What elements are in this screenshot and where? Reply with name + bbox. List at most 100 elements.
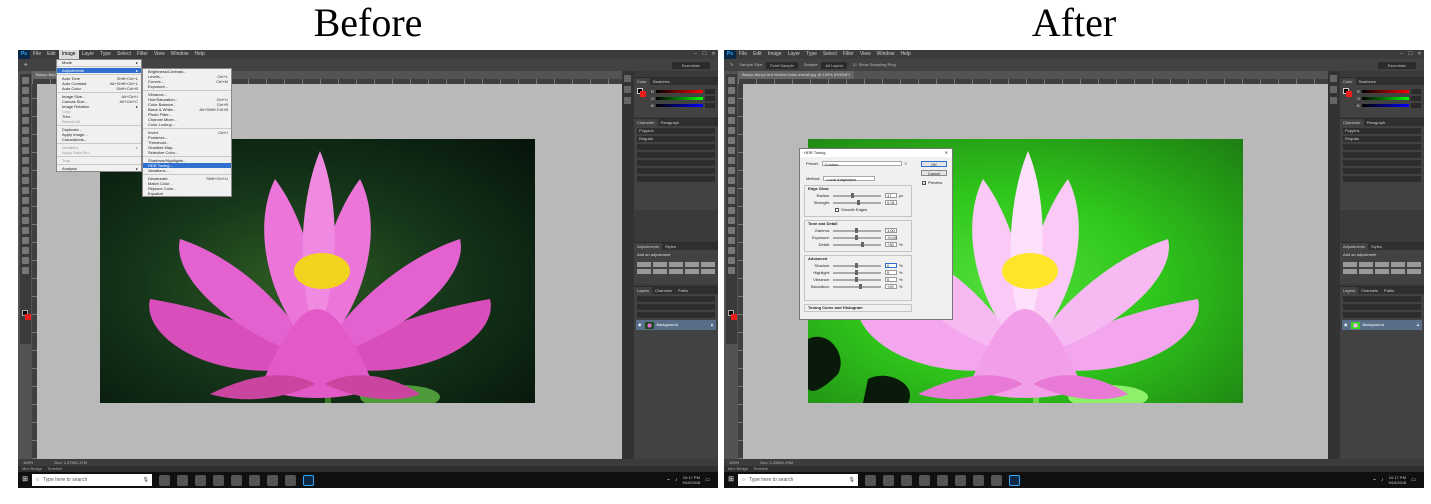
menu-help[interactable]: Help (898, 50, 914, 59)
tracking-field[interactable] (1343, 152, 1421, 158)
canvas-area[interactable]: HDR Toning ✕ Preset: Custom ≡ OK Cancel … (743, 84, 1328, 459)
blue-slider[interactable] (656, 103, 703, 107)
eraser-tool[interactable] (22, 177, 29, 184)
photoshop-taskbar-icon[interactable] (1009, 474, 1020, 486)
menu-item-auto-color[interactable]: Auto Color Shift+Ctrl+B (57, 86, 141, 91)
gradient-tool[interactable] (22, 187, 29, 194)
cancel-button[interactable]: Cancel (921, 170, 947, 176)
menu-item-apply-data-set[interactable]: Apply Data Set... (57, 150, 141, 155)
menu-type[interactable]: Type (803, 50, 820, 59)
store-icon[interactable] (919, 474, 930, 486)
tab-color[interactable]: Color (1340, 78, 1356, 85)
menu-item-analysis[interactable]: Analysis ▸ (57, 166, 141, 171)
path-select-tool[interactable] (728, 237, 735, 244)
blend-mode[interactable] (637, 304, 715, 310)
color-balance-icon[interactable] (653, 269, 667, 274)
vibrance-input[interactable]: 0 (885, 277, 897, 282)
menu-image[interactable]: Image (765, 50, 785, 59)
tab-swatches[interactable]: Swatches (650, 78, 673, 85)
tracking-field[interactable] (637, 152, 715, 158)
workspace-select[interactable]: Essentials (1377, 61, 1416, 69)
menu-item-reveal-all[interactable]: Reveal All (57, 119, 141, 124)
channel-mixer-icon[interactable] (701, 269, 715, 274)
color-background-swatch[interactable] (640, 91, 646, 97)
exposure-slider[interactable] (833, 234, 881, 240)
photoshop-taskbar-icon[interactable] (303, 474, 314, 486)
tab-character[interactable]: Character (1340, 119, 1364, 126)
taskbar-search[interactable]: ○ Type here to search 🎙︎ (32, 474, 152, 486)
radius-input[interactable]: 17 (885, 193, 897, 198)
pen-tool[interactable] (728, 217, 735, 224)
tab-paths[interactable]: Paths (1381, 287, 1397, 294)
smooth-edges-checkbox[interactable] (835, 207, 839, 212)
saturation-input[interactable]: +20 (885, 284, 897, 289)
show-ring-checkbox[interactable]: ☑ (853, 59, 857, 71)
healing-tool[interactable] (22, 137, 29, 144)
history-brush-tool[interactable] (728, 167, 735, 174)
brightness-icon[interactable] (637, 262, 651, 267)
stamp-tool[interactable] (728, 157, 735, 164)
toning-curve-header[interactable]: Toning Curve and Histogram (805, 305, 911, 311)
chrome-icon[interactable] (973, 474, 984, 486)
microphone-icon[interactable]: 🎙︎ (143, 474, 149, 486)
sample-select[interactable]: All Layers (821, 61, 847, 69)
ok-button[interactable]: OK (921, 161, 947, 167)
clock[interactable]: 10:17 PM 9/19/2018 (682, 475, 700, 485)
text-color-field[interactable] (637, 168, 715, 174)
blend-mode[interactable] (1343, 304, 1421, 310)
blue-slider[interactable] (1362, 103, 1409, 107)
tab-adjustments[interactable]: Adjustments (634, 243, 663, 250)
stamp-tool[interactable] (22, 157, 29, 164)
mail-icon[interactable] (231, 474, 242, 486)
font-style-field[interactable]: Regular (1343, 136, 1421, 142)
tab-channels[interactable]: Channels (652, 287, 675, 294)
photo-filter-icon[interactable] (1391, 269, 1405, 274)
menu-item-color-lookup[interactable]: Color Lookup... (143, 122, 231, 127)
menu-select[interactable]: Select (820, 50, 840, 59)
hand-tool[interactable] (728, 257, 735, 264)
shape-tool[interactable] (728, 247, 735, 254)
marquee-tool[interactable] (728, 87, 735, 94)
menu-layer[interactable]: Layer (785, 50, 804, 59)
tab-layers[interactable]: Layers (634, 287, 653, 294)
hand-tool[interactable] (22, 257, 29, 264)
menu-item-calculations[interactable]: Calculations... (57, 137, 141, 142)
menu-item-selective-color[interactable]: Selective Color... (143, 150, 231, 155)
lasso-tool[interactable] (22, 97, 29, 104)
color-balance-icon[interactable] (1359, 269, 1373, 274)
font-family-field[interactable]: Poppins (637, 128, 715, 134)
tab-layers[interactable]: Layers (1340, 287, 1359, 294)
marquee-tool[interactable] (22, 87, 29, 94)
menu-item-variations[interactable]: Variations... (143, 168, 231, 173)
brush-settings-icon[interactable] (1330, 97, 1337, 104)
strength-input[interactable]: 0.91 (885, 200, 897, 205)
color-background-swatch[interactable] (1346, 91, 1352, 97)
shape-tool[interactable] (22, 247, 29, 254)
mini-bridge-tab[interactable]: Mini Bridge (728, 466, 748, 471)
history-brush-tool[interactable] (22, 167, 29, 174)
explorer-icon[interactable] (285, 474, 296, 486)
edge-icon[interactable] (177, 474, 188, 486)
type-tool[interactable] (728, 227, 735, 234)
radius-slider[interactable] (833, 192, 881, 198)
history-icon[interactable] (624, 75, 631, 82)
bw-icon[interactable] (1375, 269, 1389, 274)
visibility-eye-icon[interactable]: ◉ (638, 320, 642, 330)
tab-paths[interactable]: Paths (675, 287, 691, 294)
quick-select-tool[interactable] (22, 107, 29, 114)
menu-type[interactable]: Type (97, 50, 114, 59)
move-tool-icon[interactable]: ✥ (24, 59, 27, 71)
background-color-swatch[interactable] (25, 314, 31, 320)
crop-tool[interactable] (22, 117, 29, 124)
properties-icon[interactable] (624, 86, 631, 93)
tab-channels[interactable]: Channels (1358, 287, 1381, 294)
history-icon[interactable] (1330, 75, 1337, 82)
properties-icon[interactable] (1330, 86, 1337, 93)
explorer-icon[interactable] (991, 474, 1002, 486)
channel-mixer-icon[interactable] (1407, 269, 1421, 274)
font-size-field[interactable] (1343, 144, 1421, 150)
network-icon[interactable]: ⌁ (1373, 477, 1376, 483)
layer-filter[interactable] (637, 296, 715, 302)
network-icon[interactable]: ⌁ (667, 477, 670, 483)
dodge-tool[interactable] (22, 207, 29, 214)
